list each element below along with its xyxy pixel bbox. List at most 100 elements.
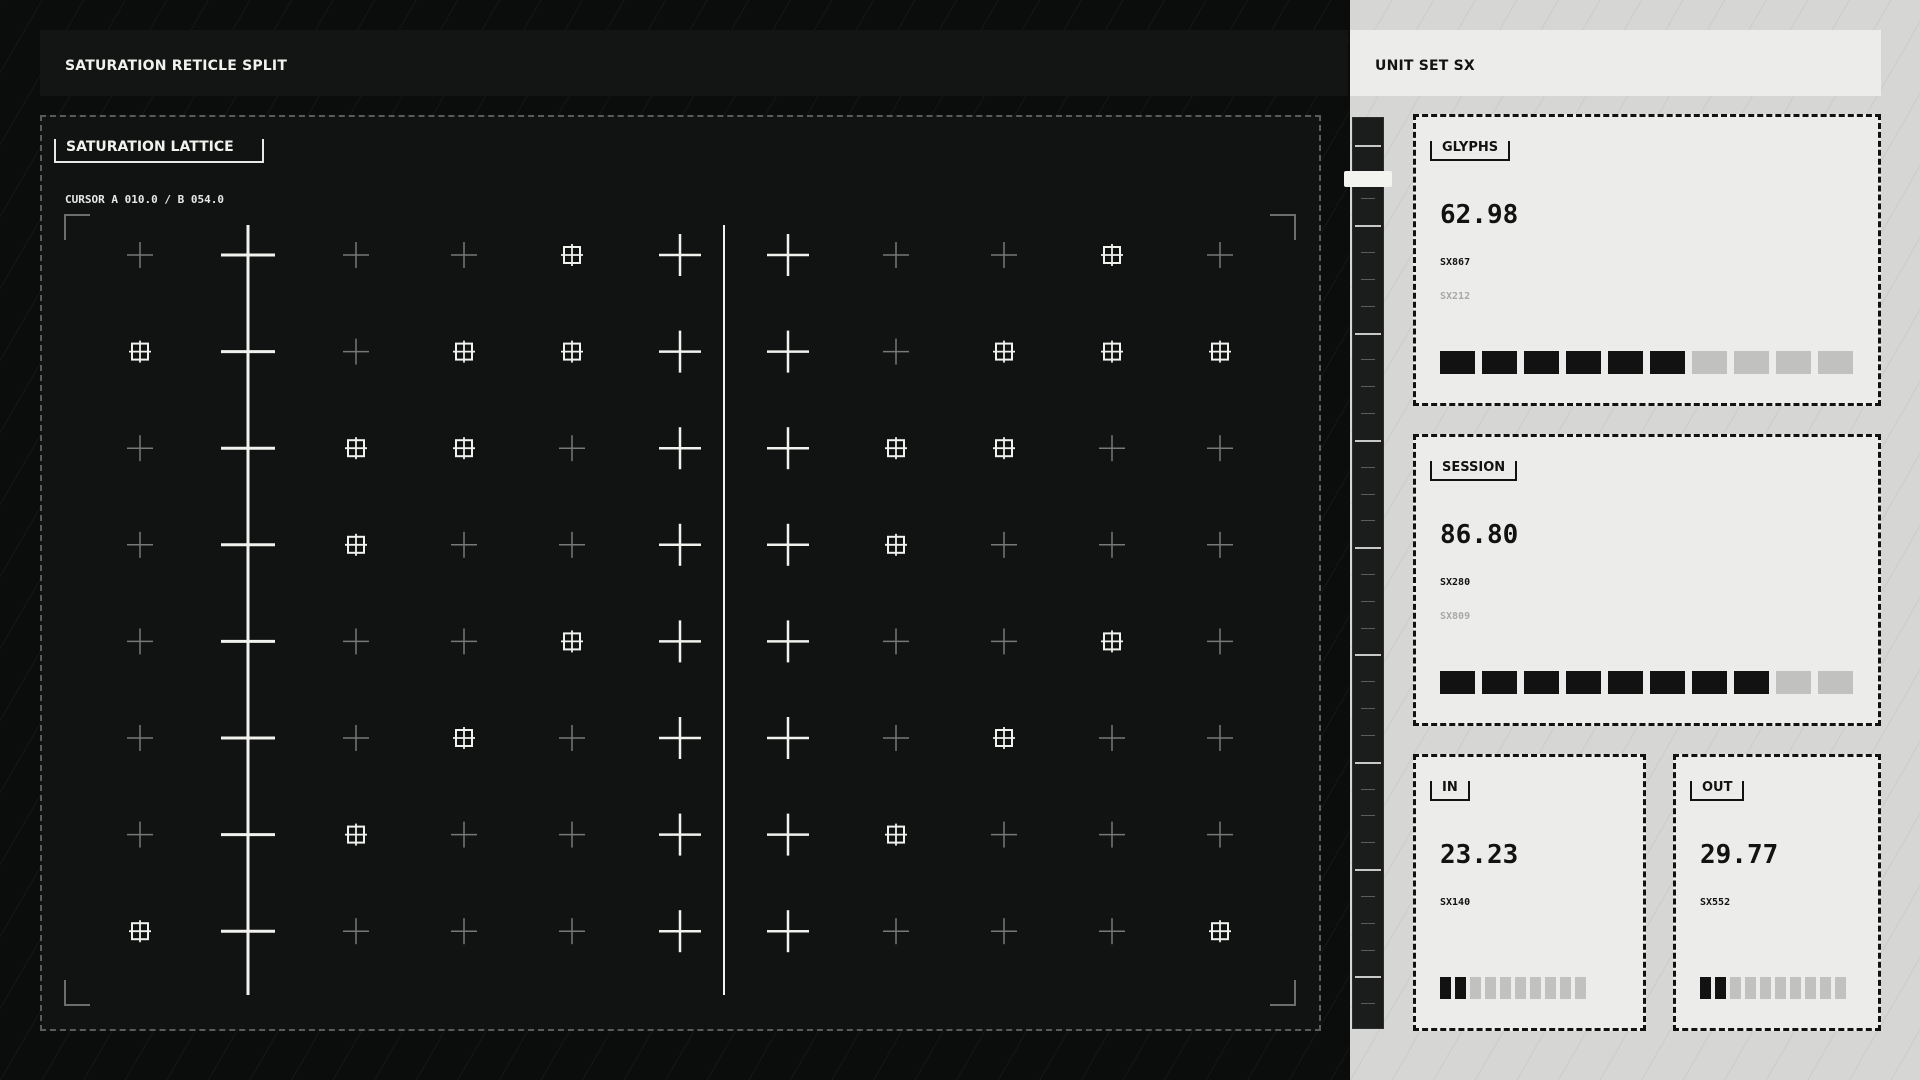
card-code: SX552 — [1700, 897, 1731, 908]
segment — [1524, 351, 1559, 374]
segment — [1482, 351, 1517, 374]
unit-set-title: UNIT SET SX — [1375, 58, 1475, 74]
segment-bar — [1440, 671, 1860, 694]
ruler-tick — [1361, 467, 1375, 468]
ruler-tick — [1361, 628, 1375, 629]
segment — [1608, 671, 1643, 694]
reticle-marker — [1207, 725, 1233, 751]
segment — [1440, 351, 1475, 374]
ruler-tick — [1355, 869, 1381, 871]
reticle-marker — [559, 821, 585, 848]
ruler-tick — [1361, 359, 1375, 360]
reticle-marker — [883, 242, 909, 268]
reticle-marker — [451, 918, 477, 945]
reticle-marker — [453, 340, 475, 363]
segment — [1440, 977, 1451, 999]
ruler-tick — [1361, 815, 1375, 816]
ruler-tick — [1355, 547, 1381, 549]
segment — [1692, 671, 1727, 694]
reticle-marker — [885, 437, 907, 460]
segment — [1650, 671, 1685, 694]
vertical-ruler[interactable] — [1352, 117, 1384, 1029]
segment-bar — [1440, 977, 1590, 999]
ruler-tick — [1361, 386, 1375, 387]
reticle-lattice-grid[interactable] — [0, 0, 1350, 1080]
reticle-marker — [659, 234, 701, 276]
card-out: OUT 29.77 SX552 — [1673, 754, 1881, 1031]
reticle-marker — [129, 340, 151, 363]
card-in: IN 23.23 SX140 — [1413, 754, 1646, 1031]
segment — [1775, 977, 1786, 999]
reticle-marker — [991, 531, 1017, 558]
segment — [1545, 977, 1556, 999]
ruler-tick — [1361, 842, 1375, 843]
ruler-tick — [1361, 708, 1375, 709]
ruler-tick — [1355, 654, 1381, 656]
card-value: 29.77 — [1700, 840, 1779, 870]
segment — [1734, 351, 1769, 374]
reticle-marker — [659, 427, 701, 470]
reticle-marker — [659, 717, 701, 759]
segment — [1530, 977, 1541, 999]
card-glyphs: GLYPHS 62.98 SX867 SX212 — [1413, 114, 1881, 406]
reticle-marker — [127, 725, 153, 751]
reticle-marker — [991, 628, 1017, 655]
reticle-marker — [559, 531, 585, 558]
ruler-tick — [1361, 1003, 1375, 1004]
reticle-marker — [885, 533, 907, 556]
segment — [1790, 977, 1801, 999]
reticle-marker — [883, 918, 909, 945]
reticle-marker — [561, 630, 583, 653]
ruler-handle[interactable] — [1344, 171, 1392, 187]
reticle-marker — [993, 727, 1015, 749]
reticle-marker — [1099, 531, 1125, 558]
reticle-marker — [1207, 242, 1233, 268]
ruler-tick — [1361, 279, 1375, 280]
ruler-tick — [1361, 252, 1375, 253]
reticle-marker — [343, 725, 369, 751]
reticle-marker — [767, 427, 809, 470]
reticle-marker — [883, 338, 909, 365]
reticle-marker — [451, 242, 477, 268]
ruler-tick — [1355, 762, 1381, 764]
segment — [1700, 977, 1711, 999]
card-value: 86.80 — [1440, 520, 1519, 550]
ruler-tick — [1361, 198, 1375, 199]
segment — [1715, 977, 1726, 999]
reticle-marker — [1209, 340, 1231, 363]
reticle-marker — [883, 725, 909, 751]
segment — [1470, 977, 1481, 999]
reticle-marker — [561, 244, 583, 266]
segment — [1835, 977, 1846, 999]
reticle-marker — [993, 437, 1015, 460]
ruler-tick — [1361, 601, 1375, 602]
reticle-marker — [1207, 531, 1233, 558]
ruler-tick — [1361, 896, 1375, 897]
reticle-marker — [1099, 725, 1125, 751]
reticle-marker — [451, 821, 477, 848]
segment — [1485, 977, 1496, 999]
ruler-tick — [1361, 735, 1375, 736]
reticle-marker — [559, 435, 585, 462]
segment — [1776, 671, 1811, 694]
reticle-marker — [453, 727, 475, 749]
reticle-marker — [659, 523, 701, 566]
segment — [1566, 671, 1601, 694]
reticle-marker — [345, 437, 367, 460]
segment — [1818, 671, 1853, 694]
segment — [1500, 977, 1511, 999]
reticle-marker — [1209, 920, 1231, 943]
segment — [1515, 977, 1526, 999]
reticle-marker — [885, 823, 907, 846]
card-code: SX867 — [1440, 257, 1471, 268]
segment — [1524, 671, 1559, 694]
ruler-tick — [1355, 976, 1381, 978]
reticle-marker — [451, 531, 477, 558]
reticle-marker — [127, 821, 153, 848]
segment — [1692, 351, 1727, 374]
reticle-marker — [1207, 821, 1233, 848]
reticle-marker — [559, 918, 585, 945]
reticle-marker — [1099, 821, 1125, 848]
reticle-marker — [127, 531, 153, 558]
card-label: IN — [1430, 781, 1470, 801]
